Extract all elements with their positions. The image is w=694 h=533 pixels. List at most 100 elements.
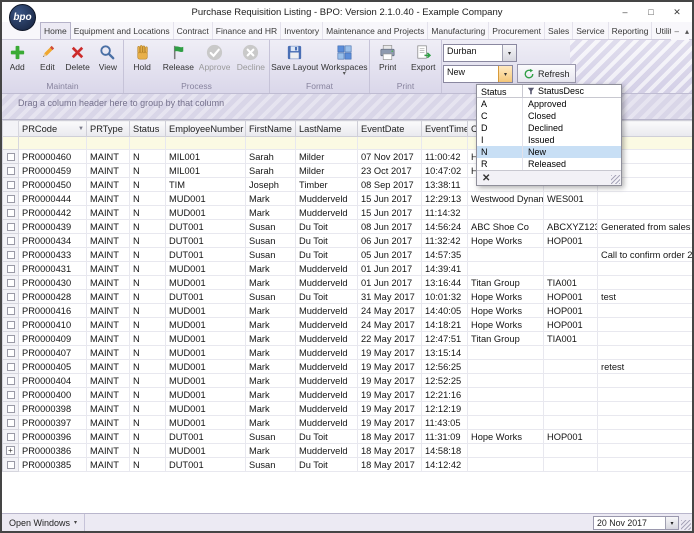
- table-row[interactable]: PR0000405MAINTNMUD001MarkMudderveld19 Ma…: [3, 360, 693, 374]
- table-row[interactable]: PR0000404MAINTNMUD001MarkMudderveld19 Ma…: [3, 374, 693, 388]
- table-row[interactable]: PR0000385MAINTNDUT001SusanDu Toit18 May …: [3, 458, 693, 472]
- filter-cell-last[interactable]: [296, 137, 358, 150]
- tab-finance-and-hr[interactable]: Finance and HR: [213, 22, 281, 39]
- column-header-eventdate[interactable]: EventDate: [358, 121, 422, 137]
- table-row[interactable]: PR0000431MAINTNMUD001MarkMudderveld01 Ju…: [3, 262, 693, 276]
- row-selector-icon[interactable]: [7, 209, 15, 217]
- column-header-prcode[interactable]: PRCode▼: [19, 121, 87, 137]
- view-button[interactable]: View: [93, 42, 123, 73]
- chevron-down-icon[interactable]: ▾: [502, 45, 516, 61]
- filter-column-status[interactable]: Status: [477, 85, 523, 97]
- table-row[interactable]: PR0000416MAINTNMUD001MarkMudderveld24 Ma…: [3, 304, 693, 318]
- collapse-ribbon-icon[interactable]: ▴: [685, 27, 689, 36]
- workspaces-button[interactable]: Workspaces▾: [320, 42, 370, 77]
- table-row[interactable]: PR0000410MAINTNMUD001MarkMudderveld24 Ma…: [3, 318, 693, 332]
- column-header-firstname[interactable]: FirstName: [246, 121, 296, 137]
- window-resize-grip[interactable]: [681, 520, 691, 530]
- table-row[interactable]: PR0000433MAINTNDUT001SusanDu Toit05 Jun …: [3, 248, 693, 262]
- table-row[interactable]: PR0000398MAINTNMUD001MarkMudderveld19 Ma…: [3, 402, 693, 416]
- row-selector-icon[interactable]: [7, 391, 15, 399]
- release-button[interactable]: Release: [160, 42, 196, 73]
- tab-sales[interactable]: Sales: [545, 22, 573, 39]
- row-selector-icon[interactable]: [7, 307, 15, 315]
- table-row[interactable]: PR0000428MAINTNDUT001SusanDu Toit31 May …: [3, 290, 693, 304]
- expand-row-icon[interactable]: +: [6, 446, 15, 455]
- hold-button[interactable]: Hold: [124, 42, 160, 73]
- filter-option-issued[interactable]: IIssued: [477, 134, 621, 146]
- tab-home[interactable]: Home: [40, 22, 71, 39]
- row-selector-icon[interactable]: [7, 237, 15, 245]
- filter-cell-emp[interactable]: [166, 137, 246, 150]
- open-windows-button[interactable]: Open Windows ▾: [2, 514, 85, 531]
- tab-inventory[interactable]: Inventory: [281, 22, 323, 39]
- row-selector-icon[interactable]: [7, 335, 15, 343]
- column-header-employeenumber[interactable]: EmployeeNumber: [166, 121, 246, 137]
- site-combobox[interactable]: Durban ▾: [443, 44, 517, 62]
- table-row[interactable]: PR0000407MAINTNMUD001MarkMudderveld19 Ma…: [3, 346, 693, 360]
- table-row[interactable]: PR0000442MAINTNMUD001MarkMudderveld15 Ju…: [3, 206, 693, 220]
- export-button[interactable]: Export: [406, 42, 442, 73]
- table-row[interactable]: PR0000434MAINTNDUT001SusanDu Toit06 Jun …: [3, 234, 693, 248]
- minimize-button[interactable]: –: [612, 2, 638, 22]
- row-selector-icon[interactable]: [7, 181, 15, 189]
- filter-option-closed[interactable]: CClosed: [477, 110, 621, 122]
- row-selector-icon[interactable]: [7, 265, 15, 273]
- row-selector-icon[interactable]: [7, 321, 15, 329]
- column-header-status[interactable]: Status: [130, 121, 166, 137]
- table-row[interactable]: PR0000409MAINTNMUD001MarkMudderveld22 Ma…: [3, 332, 693, 346]
- row-selector-icon[interactable]: [7, 279, 15, 287]
- table-row[interactable]: PR0000439MAINTNDUT001SusanDu Toit08 Jun …: [3, 220, 693, 234]
- table-row[interactable]: PR0000400MAINTNMUD001MarkMudderveld19 Ma…: [3, 388, 693, 402]
- tab-manufacturing[interactable]: Manufacturing: [428, 22, 489, 39]
- filter-option-declined[interactable]: DDeclined: [477, 122, 621, 134]
- chevron-down-icon[interactable]: ▾: [498, 66, 512, 82]
- filter-column-statusdesc[interactable]: StatusDesc: [523, 85, 621, 97]
- tab-contract[interactable]: Contract: [174, 22, 213, 39]
- column-header-eventtime[interactable]: EventTime: [422, 121, 468, 137]
- close-button[interactable]: ✕: [664, 2, 690, 22]
- delete-button[interactable]: Delete: [63, 42, 93, 73]
- refresh-button[interactable]: Refresh: [517, 64, 576, 83]
- filter-cell-first[interactable]: [246, 137, 296, 150]
- column-header-lastname[interactable]: LastName: [296, 121, 358, 137]
- row-selector-icon[interactable]: [7, 251, 15, 259]
- table-row[interactable]: +PR0000386MAINTNMUD001MarkMudderveld18 M…: [3, 444, 693, 458]
- filter-cell-prcode[interactable]: [19, 137, 87, 150]
- filter-cell-status[interactable]: [130, 137, 166, 150]
- row-selector-icon[interactable]: [7, 349, 15, 357]
- filter-cell-etime[interactable]: [422, 137, 468, 150]
- filter-option-released[interactable]: RReleased: [477, 158, 621, 170]
- row-selector-icon[interactable]: [7, 405, 15, 413]
- tab-maintenance-and-projects[interactable]: Maintenance and Projects: [323, 22, 428, 39]
- row-selector-icon[interactable]: [7, 433, 15, 441]
- minimize-ribbon-icon[interactable]: –: [675, 27, 679, 36]
- table-row[interactable]: PR0000444MAINTNMUD001MarkMudderveld15 Ju…: [3, 192, 693, 206]
- filter-cell-prtype[interactable]: [87, 137, 130, 150]
- add-button[interactable]: Add: [2, 42, 32, 73]
- table-row[interactable]: PR0000430MAINTNMUD001MarkMudderveld01 Ju…: [3, 276, 693, 290]
- print-button[interactable]: Print: [370, 42, 406, 73]
- column-header-prtype[interactable]: PRType: [87, 121, 130, 137]
- row-selector-icon[interactable]: [7, 363, 15, 371]
- tab-equipment-and-locations[interactable]: Equipment and Locations: [71, 22, 174, 39]
- row-selector-icon[interactable]: [7, 195, 15, 203]
- filter-option-new[interactable]: NNew: [477, 146, 621, 158]
- maximize-button[interactable]: □: [638, 2, 664, 22]
- tab-procurement[interactable]: Procurement: [489, 22, 545, 39]
- tab-reporting[interactable]: Reporting: [609, 22, 653, 39]
- row-selector-icon[interactable]: [7, 461, 15, 469]
- row-selector-icon[interactable]: [7, 223, 15, 231]
- clear-filter-button[interactable]: ✕: [482, 173, 490, 184]
- row-selector-icon[interactable]: [7, 293, 15, 301]
- popup-resize-grip[interactable]: [611, 175, 620, 184]
- edit-button[interactable]: Edit: [32, 42, 62, 73]
- status-filter-combobox[interactable]: New ▾: [443, 65, 513, 83]
- row-selector-icon[interactable]: [7, 377, 15, 385]
- tab-service[interactable]: Service: [573, 22, 608, 39]
- table-row[interactable]: PR0000396MAINTNDUT001SusanDu Toit18 May …: [3, 430, 693, 444]
- filter-cell-edate[interactable]: [358, 137, 422, 150]
- chevron-down-icon[interactable]: ▾: [665, 517, 678, 529]
- filter-option-approved[interactable]: AApproved: [477, 98, 621, 110]
- row-selector-icon[interactable]: [7, 153, 15, 161]
- date-picker[interactable]: 20 Nov 2017 ▾: [593, 516, 679, 530]
